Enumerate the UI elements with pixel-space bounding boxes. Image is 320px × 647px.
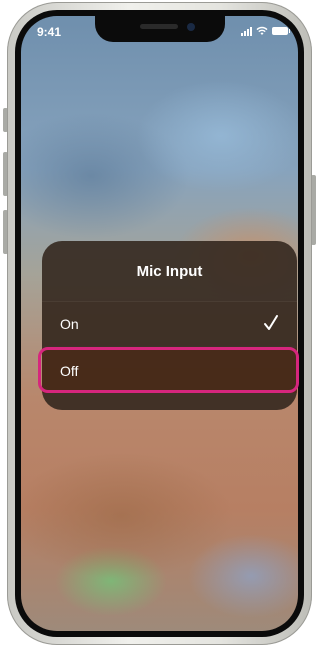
status-time: 9:41 <box>37 25 62 39</box>
battery-icon <box>272 27 290 35</box>
speaker <box>140 24 178 29</box>
phone-screen: 9:41 Mic Input On Off <box>21 16 298 631</box>
notch <box>95 16 225 42</box>
menu-item-label: On <box>60 316 79 332</box>
menu-title: Mic Input <box>136 262 203 280</box>
menu-item-on[interactable]: On <box>42 301 297 346</box>
front-camera <box>187 23 195 31</box>
wifi-icon <box>256 26 268 35</box>
signal-icon <box>241 26 252 36</box>
highlight-box <box>38 347 299 393</box>
status-icons <box>241 25 290 37</box>
checkmark-icon <box>264 315 278 330</box>
